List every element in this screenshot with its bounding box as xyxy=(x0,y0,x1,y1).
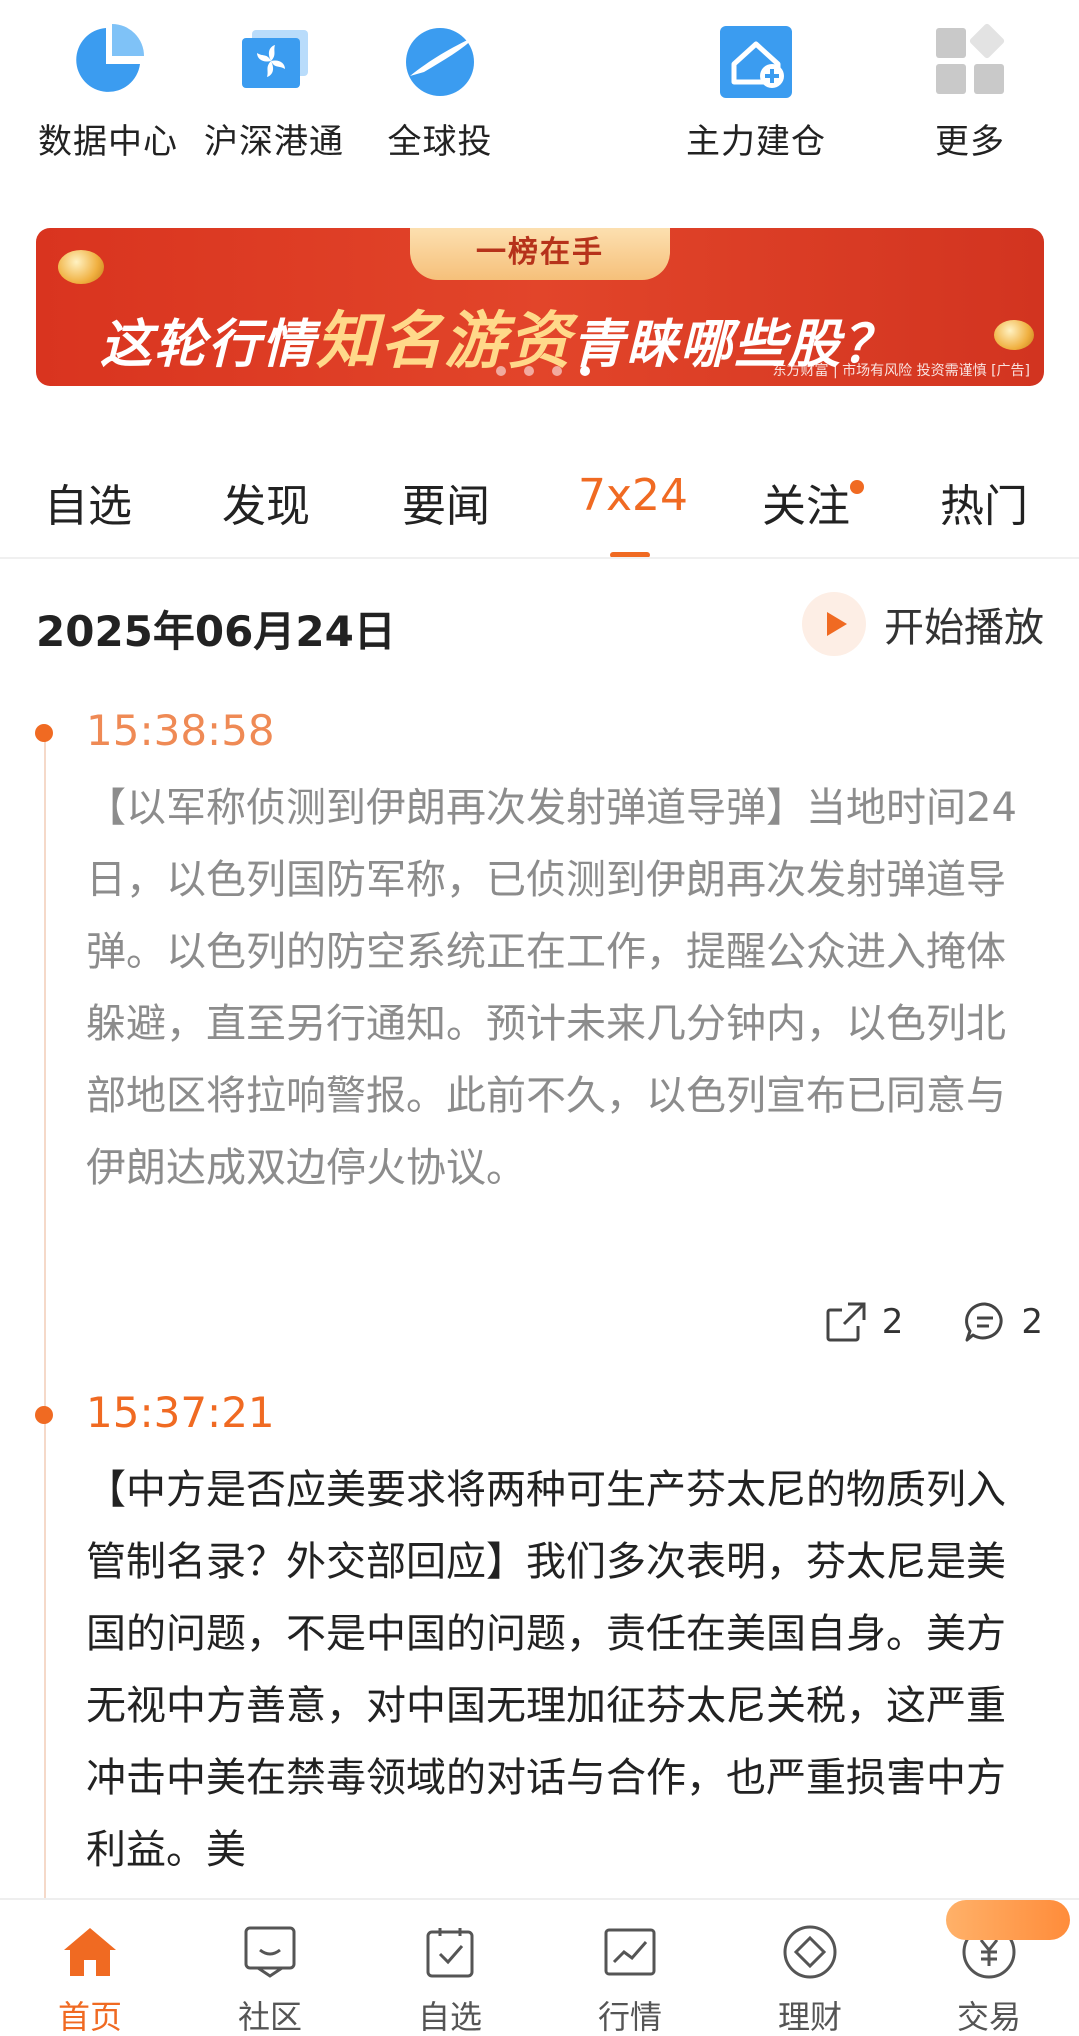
notification-dot xyxy=(850,480,864,494)
nav-label: 首页 xyxy=(57,1998,122,2036)
news-time: 15:38:58 xyxy=(86,706,275,755)
banner-dot[interactable] xyxy=(524,366,534,376)
tab-following-label: 关注 xyxy=(762,481,850,532)
promo-banner[interactable]: 一榜在手 这轮行情知名游资青睐哪些股？ 东方财富 | 市场有风险 投资需谨慎 [… xyxy=(36,228,1044,386)
coin-icon xyxy=(58,250,104,284)
comment-icon xyxy=(963,1300,1007,1344)
share-button[interactable]: 2 xyxy=(824,1300,904,1344)
nav-wealth[interactable]: 理财 xyxy=(720,1900,900,2036)
news-time: 15:37:21 xyxy=(86,1388,275,1437)
tab-discover[interactable]: 发现 xyxy=(222,470,310,534)
banner-dot-active[interactable] xyxy=(580,366,590,376)
nav-market[interactable]: 行情 xyxy=(540,1900,720,2036)
grid-more-icon xyxy=(930,20,1010,100)
home-icon xyxy=(60,1922,120,1982)
quick-item-label: 主力建仓 xyxy=(686,122,826,162)
play-icon xyxy=(802,592,866,656)
news-actions: 2 2 xyxy=(824,1300,1043,1344)
tab-watchlist[interactable]: 自选 xyxy=(44,470,132,534)
nav-home[interactable]: 首页 xyxy=(0,1900,180,2036)
comment-count: 2 xyxy=(1021,1302,1043,1342)
share-count: 2 xyxy=(881,1302,904,1342)
tab-following[interactable]: 关注 xyxy=(762,470,864,534)
tab-headlines[interactable]: 要闻 xyxy=(402,470,490,534)
comment-button[interactable]: 2 xyxy=(963,1300,1043,1344)
house-plus-icon xyxy=(716,20,796,100)
quick-item-label: 全球投 xyxy=(387,122,493,162)
tab-7x24[interactable]: 7x24 xyxy=(578,470,688,521)
date-row: 2025年06月24日 开始播放 xyxy=(36,592,1044,656)
divider xyxy=(0,557,1079,559)
play-label: 开始播放 xyxy=(884,605,1044,651)
share-icon xyxy=(824,1300,868,1344)
floating-promo-pill[interactable] xyxy=(946,1900,1070,1940)
quick-item-label: 更多 xyxy=(935,122,1005,162)
nav-label: 理财 xyxy=(777,1998,842,2036)
tab-hot[interactable]: 热门 xyxy=(940,470,1028,534)
timeline-dot xyxy=(35,1406,53,1424)
quick-item-global-invest[interactable]: 全球投 xyxy=(340,20,540,163)
watchlist-icon xyxy=(420,1922,480,1982)
quick-access-row: 数据中心 沪深港通 全球投 主力建仓 更多 xyxy=(0,20,1079,170)
community-icon xyxy=(240,1922,300,1982)
banner-headline-pre: 这轮行情 xyxy=(100,315,317,375)
bottom-nav: 首页 社区 自选 行情 理财 交易 xyxy=(0,1898,1079,2036)
news-text: 【中方是否应美要求将两种可生产芬太尼的物质列入管制名录？外交部回应】我们多次表明… xyxy=(86,1467,1006,1873)
quick-item-more[interactable]: 更多 xyxy=(870,20,1070,163)
news-tabs: 自选 发现 要闻 7x24 关注 热门 xyxy=(0,460,1079,560)
banner-pagination xyxy=(496,366,590,376)
coin-icon xyxy=(994,320,1034,350)
timeline-dot xyxy=(35,724,53,742)
nav-label: 行情 xyxy=(597,1998,662,2036)
nav-label: 交易 xyxy=(956,1998,1021,2036)
pie-chart-icon xyxy=(68,20,148,100)
start-playback-button[interactable]: 开始播放 xyxy=(802,592,1044,656)
globe-plane-icon xyxy=(400,20,480,100)
news-date: 2025年06月24日 xyxy=(36,607,396,656)
nav-label: 社区 xyxy=(237,1998,302,2036)
banner-disclaimer: 东方财富 | 市场有风险 投资需谨慎 [广告] xyxy=(772,363,1030,379)
banner-dot[interactable] xyxy=(496,366,506,376)
nav-watchlist[interactable]: 自选 xyxy=(360,1900,540,2036)
quick-item-main-force[interactable]: 主力建仓 xyxy=(656,20,856,163)
banner-dot[interactable] xyxy=(552,366,562,376)
market-chart-icon xyxy=(600,1922,660,1982)
nav-community[interactable]: 社区 xyxy=(180,1900,360,2036)
hk-bauhinia-icon xyxy=(234,20,314,100)
timeline-line xyxy=(44,730,46,1900)
banner-tag: 一榜在手 xyxy=(410,228,670,280)
wealth-diamond-icon xyxy=(780,1922,840,1982)
nav-label: 自选 xyxy=(417,1998,482,2036)
news-text: 【以军称侦测到伊朗再次发射弹道导弹】当地时间24日，以色列国防军称，已侦测到伊朗… xyxy=(86,785,1017,1191)
